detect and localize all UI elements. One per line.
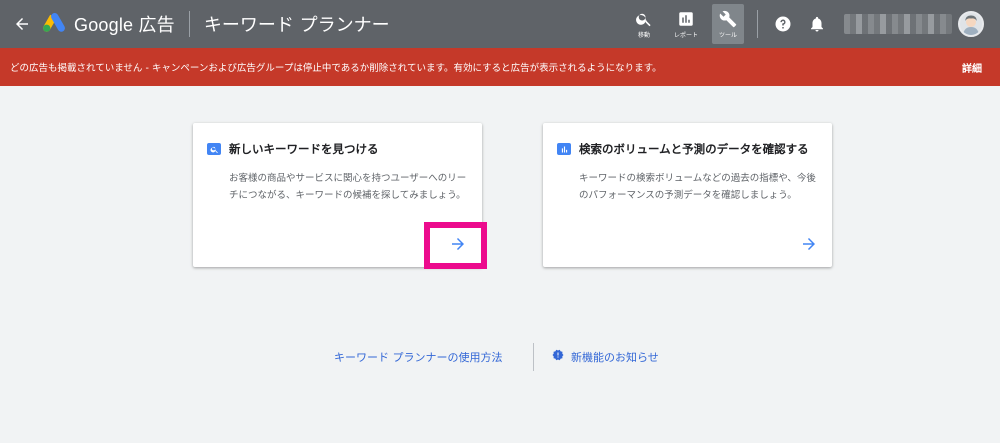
search-icon [207,143,221,155]
help-button[interactable] [770,11,796,37]
card-title: 新しいキーワードを見つける [229,142,379,156]
help-icon [775,16,791,32]
highlight-box [424,222,487,269]
whats-new-link[interactable]: 新機能のお知らせ [571,349,659,365]
account-info[interactable] [844,14,952,34]
navigate-label: 移動 [637,31,650,39]
card-description: キーワードの検索ボリュームなどの過去の指標や、今後のパフォーマンスの予測データを… [579,173,816,201]
top-app-bar: Google 広告 キーワード プランナー 移動 レポート ツール [0,0,1000,48]
card-header: 新しいキーワードを見つける [207,141,379,157]
reports-button[interactable]: レポート [670,4,702,44]
brand-name: Google 広告 [74,15,175,35]
volume-forecast-arrow-button[interactable] [797,232,821,256]
card-title: 検索のボリュームと予測のデータを確認する [579,142,809,156]
tools-button[interactable]: ツール [712,4,744,44]
banner-message: どの広告も掲載されていません - キャンペーンおよび広告グループは停止中であるか… [10,63,662,74]
volume-forecast-card[interactable]: 検索のボリュームと予測のデータを確認する キーワードの検索ボリュームなどの過去の… [543,123,832,267]
avatar[interactable] [958,11,984,37]
back-button[interactable] [2,0,42,48]
notifications-button[interactable] [804,11,830,37]
bar-chart-icon [679,11,693,26]
footer-divider [533,343,534,371]
actions-divider [757,10,758,38]
footer-links: キーワード プランナーの使用方法 新機能のお知らせ [0,343,1000,371]
status-banner: どの広告も掲載されていません - キャンペーンおよび広告グループは停止中であるか… [0,48,1000,86]
card-description: お客様の商品やサービスに関心を持つユーザーへのリーチにつながる、キーワードの候補… [229,173,467,201]
banner-details-link[interactable]: 詳細 [962,60,982,75]
tools-label: ツール [718,31,737,39]
google-ads-logo-icon [43,13,65,32]
reports-label: レポート [673,31,698,39]
google-ads-logo[interactable]: Google 広告 [42,0,175,48]
howto-link[interactable]: キーワード プランナーの使用方法 [334,349,503,365]
page-title: キーワード プランナー [203,15,390,36]
new-badge-icon [552,349,564,361]
bell-icon [811,16,823,32]
user-avatar-icon [963,15,979,35]
search-icon [636,13,651,26]
arrow-forward-icon [803,238,815,250]
bar-chart-icon [557,143,571,155]
arrow-back-icon [16,18,28,30]
card-header: 検索のボリュームと予測のデータを確認する [557,141,809,157]
wrench-icon [719,10,737,27]
navigate-button[interactable]: 移動 [628,4,660,44]
header-divider [188,11,190,37]
top-actions: 移動 レポート ツール [623,0,1000,48]
